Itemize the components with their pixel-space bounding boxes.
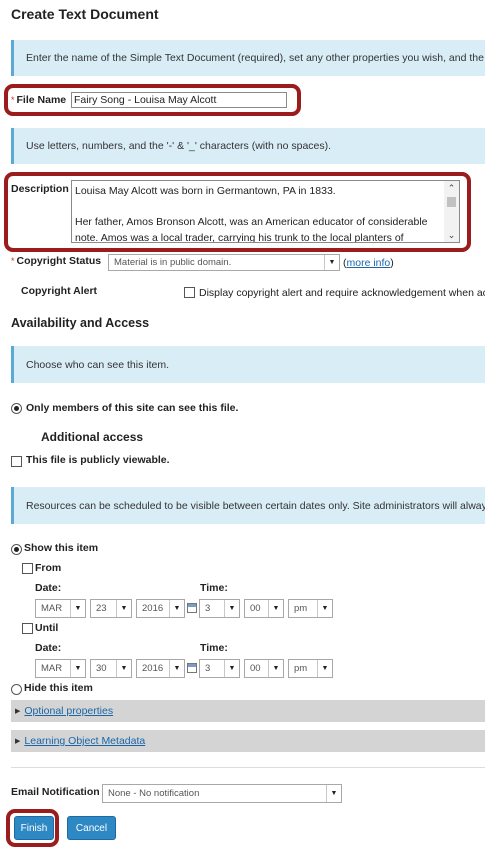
copyright-alert-checkbox[interactable]	[184, 287, 195, 298]
scroll-up-icon[interactable]: ⌃	[444, 181, 459, 195]
chevron-down-icon: ▼	[326, 785, 341, 802]
file-name-input[interactable]: Fairy Song - Louisa May Alcott	[71, 92, 287, 108]
until-label: Until	[35, 622, 59, 634]
cancel-button[interactable]: Cancel	[67, 816, 116, 840]
copyright-status-select[interactable]: Material is in public domain. ▼	[108, 254, 340, 271]
from-minute-select[interactable]: 00 ▼	[244, 599, 284, 618]
copyright-status-label: Copyright Status	[16, 255, 102, 267]
file-name-hint: Use letters, numbers, and the '-' & '_' …	[11, 128, 485, 164]
until-hour-value: 3	[205, 663, 211, 674]
file-name-label: File Name	[16, 94, 67, 106]
until-month-select[interactable]: MAR ▼	[35, 659, 86, 678]
instructions-info: Enter the name of the Simple Text Docume…	[11, 40, 485, 76]
more-info-group: (more info)	[343, 257, 394, 269]
until-date-label: Date:	[35, 642, 62, 654]
copyright-status-value: Material is in public domain.	[114, 257, 232, 268]
only-members-label: Only members of this site can see this f…	[26, 402, 239, 414]
until-minute-value: 00	[250, 663, 261, 674]
additional-access-heading: Additional access	[41, 430, 144, 444]
from-day-value: 23	[96, 603, 107, 614]
chevron-down-icon: ▼	[169, 660, 184, 677]
from-day-select[interactable]: 23 ▼	[90, 599, 132, 618]
public-viewable-checkbox[interactable]	[11, 456, 22, 467]
only-members-radio[interactable]	[11, 403, 22, 414]
required-mark: *	[11, 95, 15, 105]
until-minute-select[interactable]: 00 ▼	[244, 659, 284, 678]
finish-button[interactable]: Finish	[14, 816, 54, 840]
more-info-link[interactable]: more info	[347, 257, 391, 269]
until-ampm-select[interactable]: pm ▼	[288, 659, 333, 678]
lom-toggle[interactable]: ▶ Learning Object Metadata	[11, 730, 485, 752]
from-hour-value: 3	[205, 603, 211, 614]
show-item-label: Show this item	[24, 542, 99, 554]
chevron-down-icon: ▼	[268, 600, 283, 617]
from-hour-select[interactable]: 3 ▼	[199, 599, 240, 618]
show-item-radio[interactable]	[11, 544, 22, 555]
required-mark: *	[11, 256, 15, 266]
lom-link[interactable]: Learning Object Metadata	[24, 735, 145, 747]
from-label: From	[35, 562, 62, 574]
from-month-value: MAR	[41, 603, 63, 614]
calendar-icon[interactable]	[187, 603, 197, 613]
copyright-label-group: * Copyright Status	[11, 255, 101, 267]
scroll-thumb[interactable]	[447, 197, 456, 207]
availability-info: Choose who can see this item.	[11, 346, 485, 383]
until-year-select[interactable]: 2016 ▼	[136, 659, 185, 678]
chevron-down-icon: ▼	[224, 660, 239, 677]
until-day-value: 30	[96, 663, 107, 674]
optional-properties-link[interactable]: Optional properties	[24, 705, 113, 717]
calendar-icon[interactable]	[187, 663, 197, 673]
email-notification-label: Email Notification	[11, 786, 100, 798]
chevron-down-icon: ▼	[268, 660, 283, 677]
hide-item-radio[interactable]	[11, 684, 22, 695]
file-name-label-group: * File Name	[11, 94, 66, 106]
chevron-down-icon: ▼	[317, 660, 332, 677]
chevron-down-icon: ▼	[324, 255, 339, 270]
hide-item-label: Hide this item	[24, 682, 93, 694]
copyright-alert-checkbox-label: Display copyright alert and require ackn…	[199, 287, 485, 299]
paren-close: )	[390, 257, 394, 269]
chevron-down-icon: ▼	[169, 600, 184, 617]
copyright-alert-label: Copyright Alert	[21, 285, 98, 297]
from-checkbox[interactable]	[22, 563, 33, 574]
optional-properties-toggle[interactable]: ▶ Optional properties	[11, 700, 485, 722]
public-viewable-label: This file is publicly viewable.	[26, 454, 170, 466]
until-hour-select[interactable]: 3 ▼	[199, 659, 240, 678]
until-year-value: 2016	[142, 663, 164, 674]
availability-heading: Availability and Access	[11, 316, 150, 330]
from-date-label: Date:	[35, 582, 62, 594]
until-checkbox[interactable]	[22, 623, 33, 634]
email-notification-value: None - No notification	[108, 788, 200, 799]
chevron-down-icon: ▼	[116, 600, 131, 617]
description-textarea[interactable]: Louisa May Alcott was born in Germantown…	[71, 180, 460, 243]
email-notification-select[interactable]: None - No notification ▼	[102, 784, 342, 803]
from-ampm-value: pm	[294, 603, 308, 614]
schedule-info: Resources can be scheduled to be visible…	[11, 487, 485, 524]
from-year-select[interactable]: 2016 ▼	[136, 599, 185, 618]
chevron-down-icon: ▼	[317, 600, 332, 617]
until-month-value: MAR	[41, 663, 63, 674]
scroll-down-icon[interactable]: ⌄	[444, 228, 459, 242]
description-label: Description	[11, 183, 69, 195]
caret-right-icon: ▶	[15, 708, 21, 715]
description-scrollbar[interactable]: ⌃ ⌄	[444, 181, 459, 242]
chevron-down-icon: ▼	[116, 660, 131, 677]
from-month-select[interactable]: MAR ▼	[35, 599, 86, 618]
until-ampm-value: pm	[294, 663, 308, 674]
divider	[11, 767, 485, 768]
chevron-down-icon: ▼	[224, 600, 239, 617]
until-time-label: Time:	[200, 642, 228, 654]
from-year-value: 2016	[142, 603, 164, 614]
from-ampm-select[interactable]: pm ▼	[288, 599, 333, 618]
description-paragraph-2: Her father, Amos Bronson Alcott, was an …	[75, 216, 428, 243]
page-title: Create Text Document	[11, 6, 159, 22]
description-paragraph-1: Louisa May Alcott was born in Germantown…	[75, 185, 336, 197]
from-minute-value: 00	[250, 603, 261, 614]
chevron-down-icon: ▼	[70, 600, 85, 617]
from-time-label: Time:	[200, 582, 228, 594]
until-day-select[interactable]: 30 ▼	[90, 659, 132, 678]
chevron-down-icon: ▼	[70, 660, 85, 677]
caret-right-icon: ▶	[15, 738, 21, 745]
